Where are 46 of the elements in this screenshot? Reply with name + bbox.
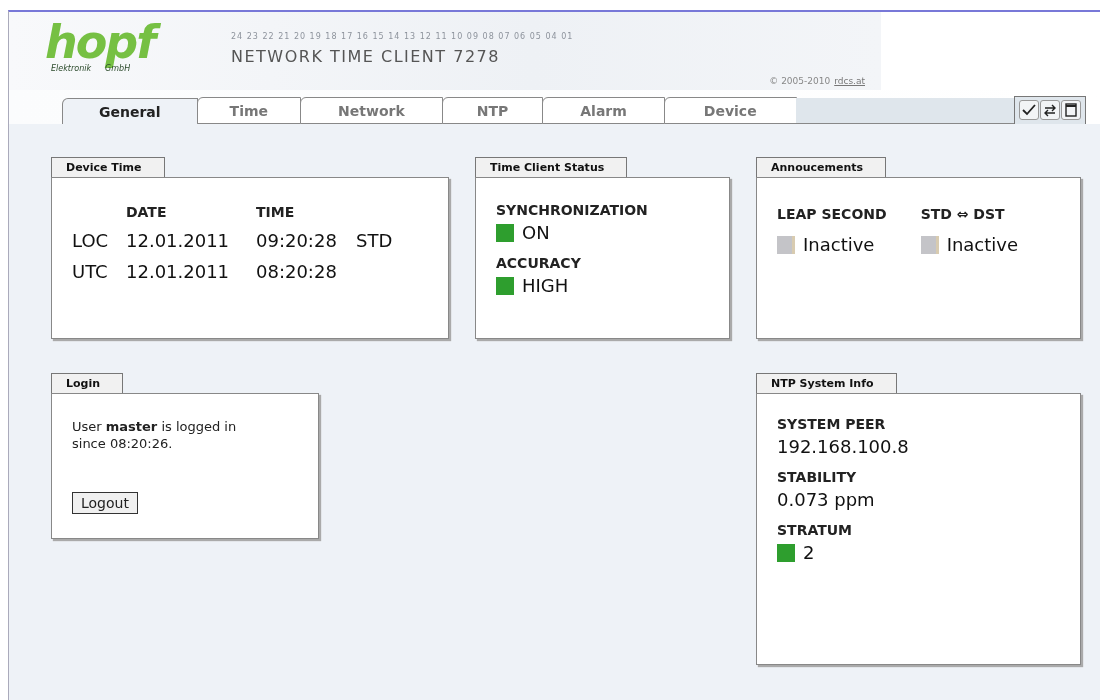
info-label: SYSTEM PEER xyxy=(777,416,887,432)
product-title: NETWORK TIME CLIENT 7278 xyxy=(231,47,501,66)
panel-title: NTP System Info xyxy=(756,373,897,393)
info-label: STABILITY xyxy=(777,469,858,485)
panel-title: Login xyxy=(51,373,124,393)
time-value: 09:20:28 xyxy=(256,230,338,251)
zone-value: STD xyxy=(356,230,394,251)
announcement-label: STD ⇔ DST xyxy=(920,206,1006,222)
info-value: 192.168.100.8 xyxy=(777,436,909,457)
nav-tab[interactable]: General xyxy=(62,98,198,124)
column-header: DATE xyxy=(126,204,168,220)
hour-scale: 24 23 22 21 20 19 18 17 16 15 14 13 12 11 10 09 08 07 06 05 04 01 xyxy=(231,32,575,41)
status-value: 2 xyxy=(803,542,815,563)
nav-tab[interactable]: Network xyxy=(300,97,443,124)
toolbar-button[interactable] xyxy=(1061,100,1081,120)
column-header: TIME xyxy=(256,204,296,220)
time-scale-label: UTC xyxy=(72,261,109,282)
status-value: Inactive xyxy=(803,234,875,255)
swap-arrows-icon xyxy=(1043,103,1057,117)
time-scale-label: LOC xyxy=(72,230,110,251)
status-label: SYNCHRONIZATION xyxy=(496,202,649,218)
checkmark-icon xyxy=(1022,104,1036,116)
window-icon xyxy=(1065,103,1077,117)
panel-title: Annoucements xyxy=(756,157,887,177)
info-value: 0.073 ppm xyxy=(777,489,875,510)
date-value: 12.01.2011 xyxy=(126,230,231,251)
login-message: User master is logged in since 08:20:26. xyxy=(72,418,238,452)
logout-button[interactable]: Logout xyxy=(72,492,138,514)
nav-tab[interactable]: NTP xyxy=(441,97,544,124)
copyright-link[interactable]: rdcs.at xyxy=(834,76,865,86)
nav-tab[interactable]: Time xyxy=(196,97,302,124)
status-value: ON xyxy=(522,222,550,243)
panel-title: Time Client Status xyxy=(475,157,628,177)
nav-tab[interactable]: Device xyxy=(663,97,797,124)
status-label: ACCURACY xyxy=(496,255,582,271)
date-value: 12.01.2011 xyxy=(126,261,231,282)
status-value: Inactive xyxy=(946,234,1019,255)
copyright-text: © 2005-2010 xyxy=(769,76,831,86)
toolbar-button[interactable] xyxy=(1040,100,1060,120)
panel-title: Device Time xyxy=(51,157,165,177)
status-value: HIGH xyxy=(522,275,569,296)
announcement-label: LEAP SECOND xyxy=(777,206,887,222)
nav-tab[interactable]: Alarm xyxy=(542,97,665,124)
toolbar-button[interactable] xyxy=(1019,100,1039,120)
info-label: STRATUM xyxy=(777,522,853,538)
time-value: 08:20:28 xyxy=(256,261,338,282)
